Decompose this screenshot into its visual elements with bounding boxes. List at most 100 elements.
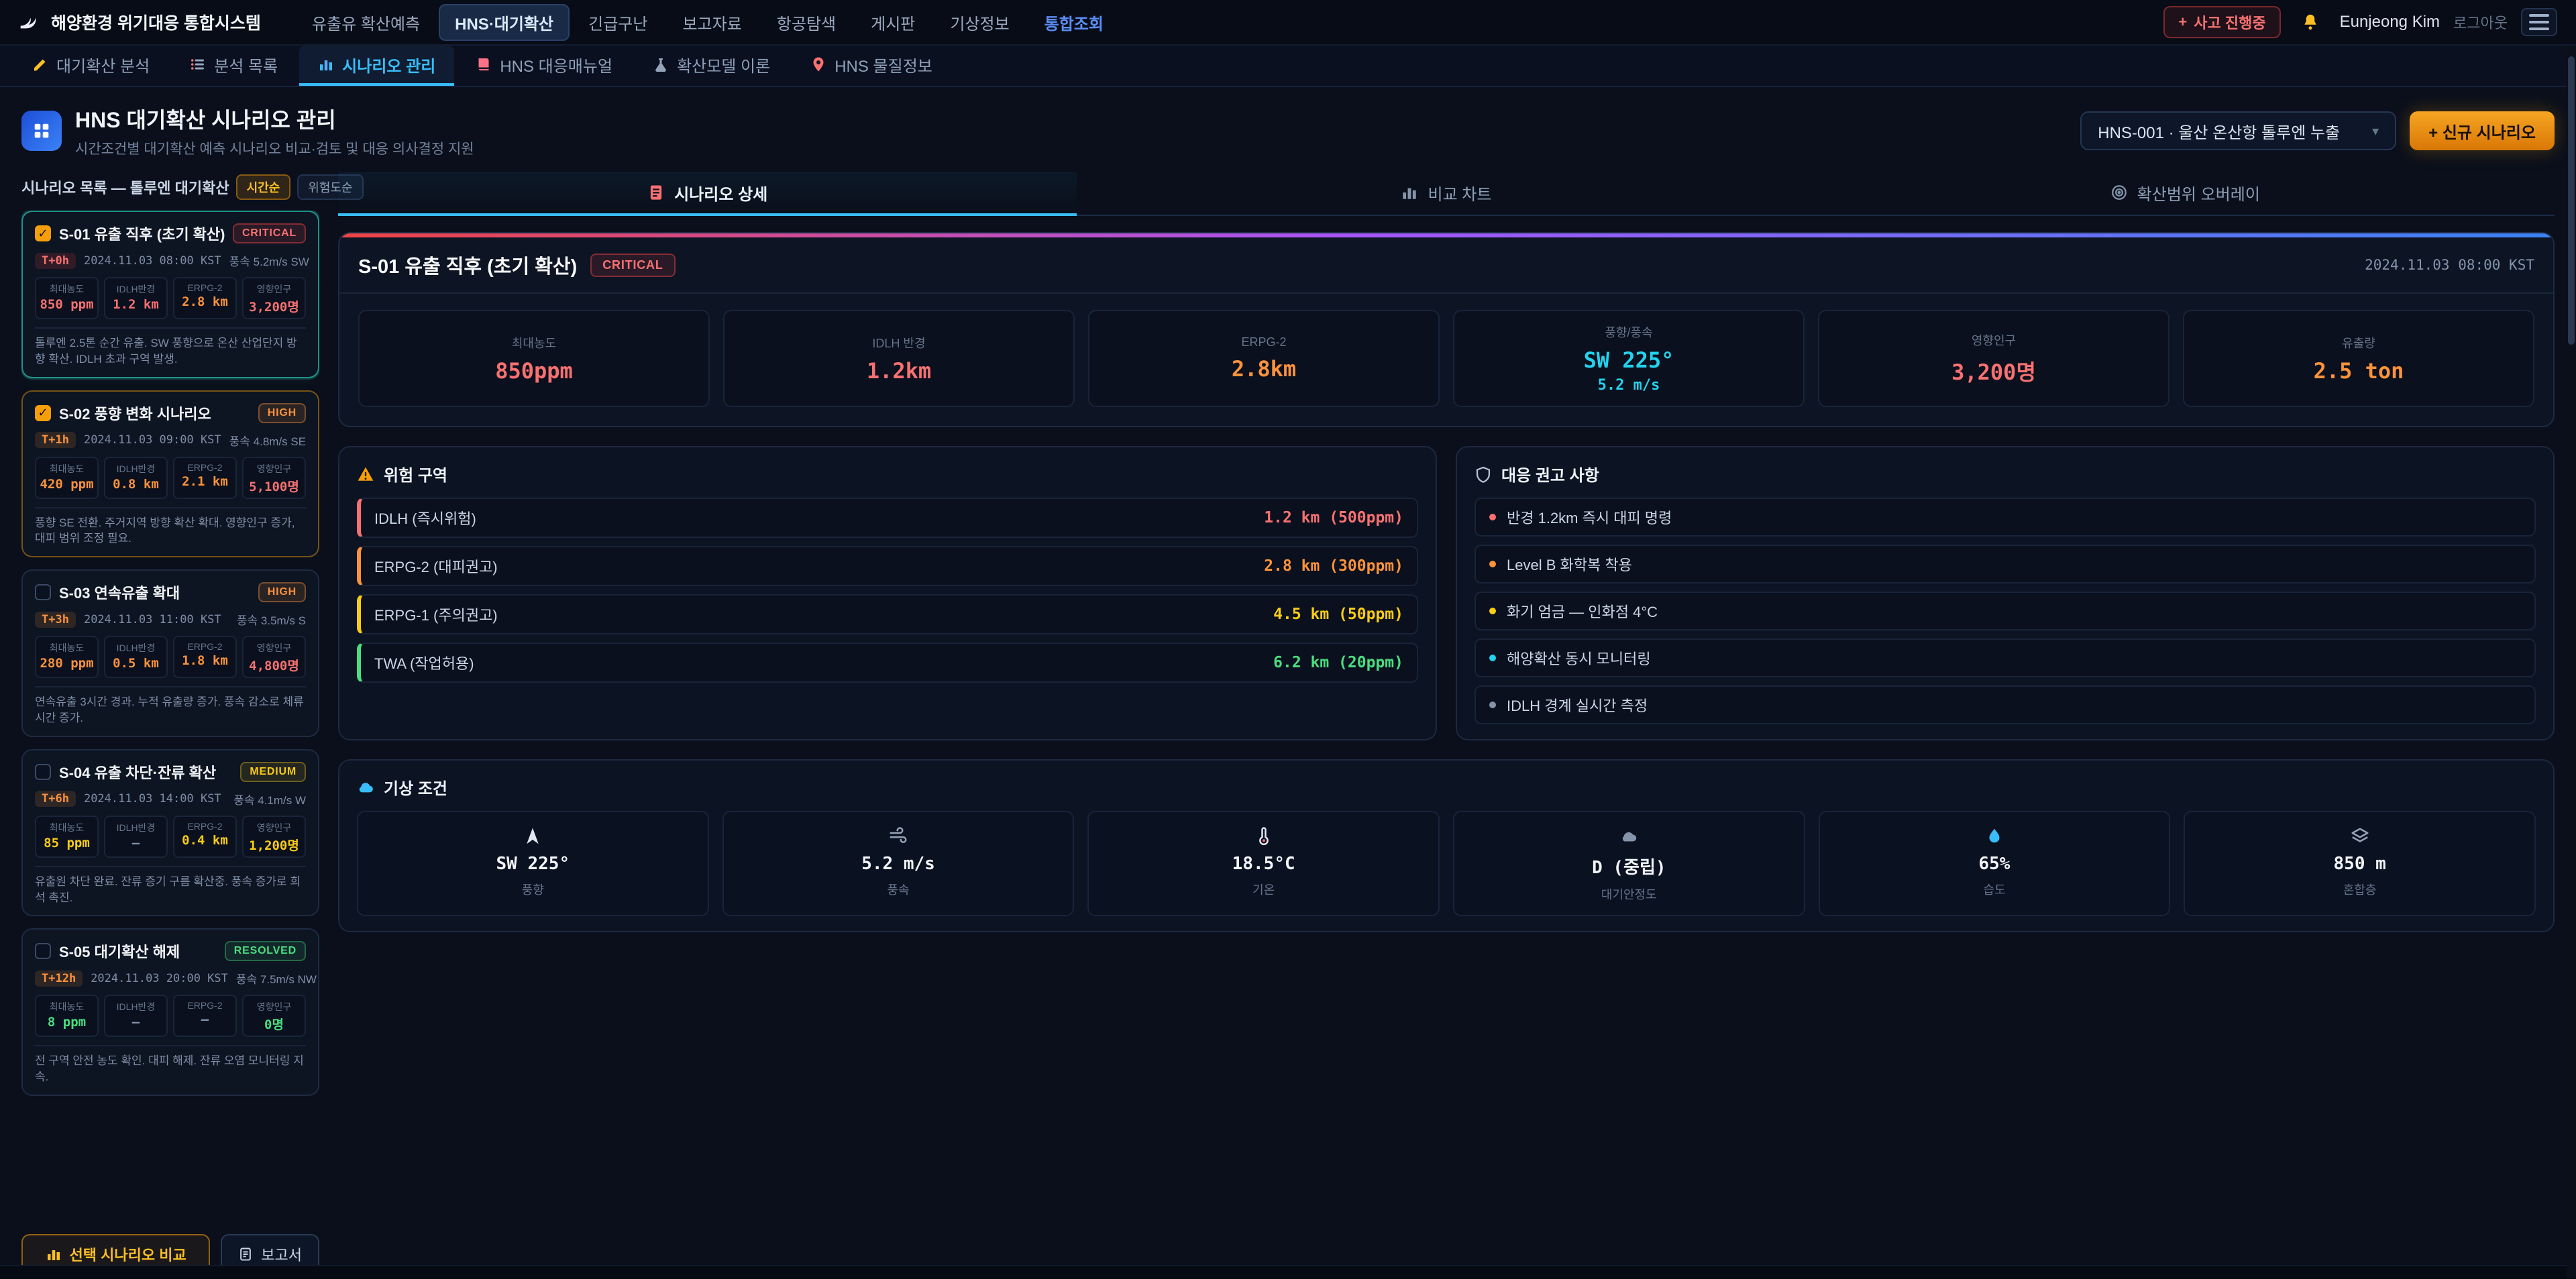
tab-analysis-list[interactable]: 분석 목록 (171, 46, 297, 86)
recommendation-row: 반경 1.2km 즉시 대피 명령 (1474, 498, 2536, 537)
recommendation-text: 반경 1.2km 즉시 대피 명령 (1507, 506, 1672, 528)
detail-stat-max-concentration: 최대농도 850ppm (358, 310, 710, 407)
stat-label: IDLH반경 (117, 462, 156, 476)
danger-zones-panel: 위험 구역 IDLH (즉시위험) 1.2 km (500ppm) ERPG-2… (338, 446, 1437, 740)
sort-by-time-button[interactable]: 시간순 (236, 174, 291, 200)
scrollbar-thumb[interactable] (2568, 56, 2575, 345)
stat-label: 최대농도 (50, 1000, 85, 1013)
nav-item-aerial-search[interactable]: 항공탐색 (761, 4, 852, 41)
incident-select[interactable]: HNS-001 · 울산 온산항 톨루엔 누출 ▾ (2080, 111, 2396, 150)
weather-card-wind-direction: SW 225° 풍향 (357, 811, 709, 916)
scenario-description: 전 구역 안전 농도 확인. 대피 해제. 잔류 오염 모니터링 지속. (35, 1045, 306, 1085)
scenario-card-s05[interactable]: S-05 대기확산 해제 RESOLVED T+12h 2024.11.03 2… (21, 928, 319, 1096)
nav-item-oil-spill-prediction[interactable]: 유출유 확산예측 (296, 4, 436, 41)
brand[interactable]: 해양환경 위기대응 통합시스템 (19, 10, 261, 34)
tab-compare-chart[interactable]: 비교 차트 (1077, 172, 1815, 216)
weather-value: 5.2 m/s (861, 854, 935, 874)
logout-link[interactable]: 로그아웃 (2453, 11, 2508, 33)
scenario-checkbox[interactable] (35, 764, 51, 780)
zone-value: 6.2 km (20ppm) (1273, 654, 1403, 671)
chevron-down-icon: ▾ (2372, 123, 2379, 140)
scenario-title: S-03 연속유출 확대 (59, 581, 250, 603)
scenario-checkbox[interactable] (35, 584, 51, 600)
tab-diffusion-model-theory[interactable]: 확산모델 이론 (634, 46, 789, 86)
scenario-checkbox[interactable] (35, 405, 51, 421)
nav-item-integrated-search[interactable]: 통합조회 (1028, 4, 1120, 41)
stat-label: ERPG-2 (187, 641, 222, 652)
scenario-datetime: 2024.11.03 11:00 KST (84, 613, 229, 626)
scenario-title: S-02 풍향 변화 시나리오 (59, 402, 250, 424)
scenario-datetime: 2024.11.03 08:00 KST (84, 254, 221, 268)
scenario-card-s04[interactable]: S-04 유출 차단·잔류 확산 MEDIUM T+6h 2024.11.03 … (21, 749, 319, 917)
zone-label: IDLH (즉시위험) (374, 507, 476, 529)
recommendation-text: 해양확산 동시 모니터링 (1507, 647, 1651, 669)
scenario-checkbox[interactable] (35, 943, 51, 959)
tab-atmospheric-analysis[interactable]: 대기확산 분석 (13, 46, 168, 86)
tab-scenario-management[interactable]: 시나리오 관리 (299, 46, 454, 86)
cloud-icon (357, 779, 374, 796)
incident-status-badge[interactable]: + 사고 진행중 (2163, 6, 2280, 38)
incident-select-value: HNS-001 · 울산 온산항 톨루엔 누출 (2098, 119, 2340, 143)
tab-hns-response-manual[interactable]: HNS 대응매뉴얼 (457, 46, 631, 86)
thermometer-icon (1254, 826, 1274, 847)
page-subtitle: 시간조건별 대기확산 예측 시나리오 비교·검토 및 대응 의사결정 지원 (75, 138, 474, 158)
bar-chart-icon (1401, 184, 1418, 201)
detail-stat-idlh-radius: IDLH 반경 1.2km (723, 310, 1075, 407)
time-offset-badge: T+0h (35, 253, 76, 269)
compass-arrow-icon (523, 826, 543, 847)
severity-badge: RESOLVED (225, 941, 306, 961)
scenario-stat: IDLH반경0.5 km (104, 636, 168, 678)
stat-value: 420 ppm (40, 477, 93, 492)
recommendations-panel: 대응 권고 사항 반경 1.2km 즉시 대피 명령 Level B 화학복 착… (1456, 446, 2555, 740)
nav-item-weather-info[interactable]: 기상정보 (934, 4, 1025, 41)
scenario-stat: 영향인구0명 (242, 995, 306, 1037)
nav-item-hns-diffusion[interactable]: HNS·대기확산 (439, 4, 570, 41)
weather-panel: 기상 조건 SW 225° 풍향 5.2 m/s 풍속 (338, 759, 2555, 932)
detail-title: S-01 유출 직후 (초기 확산) (358, 251, 577, 279)
nav-item-report-materials[interactable]: 보고자료 (666, 4, 757, 41)
severity-badge: MEDIUM (240, 762, 306, 782)
page-scrollbar[interactable] (2567, 46, 2576, 1278)
tab-diffusion-range-overlay[interactable]: 확산범위 오버레이 (1816, 172, 2555, 216)
scenario-datetime: 2024.11.03 09:00 KST (84, 433, 221, 447)
notification-bell-button[interactable] (2294, 6, 2326, 38)
detail-stat-affected-population: 영향인구 3,200명 (1818, 310, 2169, 407)
scenario-content: 시나리오 상세 비교 차트 확산범위 오버레이 S-01 유출 직후 (초기 확… (338, 172, 2555, 1278)
stat-value: 0.8 km (113, 477, 159, 492)
zone-value: 2.8 km (300ppm) (1264, 557, 1403, 575)
cloud-icon (1619, 826, 1639, 847)
scenario-wind: 풍속 3.5m/s S (237, 611, 306, 628)
scenario-card-s01[interactable]: S-01 유출 직후 (초기 확산) CRITICAL T+0h 2024.11… (21, 211, 319, 378)
detail-stat-spill-amount: 유출량 2.5 ton (2183, 310, 2534, 407)
stat-value: 2.8 km (182, 294, 228, 309)
scenario-title: S-04 유출 차단·잔류 확산 (59, 761, 232, 783)
scenario-wind: 풍속 5.2m/s SW (229, 252, 309, 269)
nav-item-board[interactable]: 게시판 (855, 4, 931, 41)
nav-item-emergency-rescue[interactable]: 긴급구난 (572, 4, 663, 41)
recommendation-row: IDLH 경계 실시간 측정 (1474, 685, 2536, 724)
main-layout: 시나리오 목록 — 톨루엔 대기확산 시간순 위험도순 S-01 유출 직후 (… (0, 172, 2576, 1278)
stat-value: 1.2km (867, 358, 931, 384)
stat-label: IDLH반경 (117, 1000, 156, 1013)
tab-scenario-detail[interactable]: 시나리오 상세 (338, 172, 1077, 216)
tab-label: HNS 물질정보 (835, 53, 932, 76)
tab-label: HNS 대응매뉴얼 (500, 53, 612, 76)
stat-label: 최대농도 (50, 641, 85, 655)
tab-label: 분석 목록 (214, 53, 278, 76)
scenario-stat: 최대농도280 ppm (35, 636, 99, 678)
book-icon (476, 56, 492, 72)
stat-label: IDLH반경 (117, 821, 156, 834)
tab-hns-substance-info[interactable]: HNS 물질정보 (792, 46, 951, 86)
scenario-checkbox[interactable] (35, 225, 51, 241)
scenario-card-s03[interactable]: S-03 연속유출 확대 HIGH T+3h 2024.11.03 11:00 … (21, 569, 319, 737)
scenario-card-s02[interactable]: S-02 풍향 변화 시나리오 HIGH T+1h 2024.11.03 09:… (21, 390, 319, 558)
scenario-list-title: 시나리오 목록 — 톨루엔 대기확산 (21, 176, 229, 198)
tab-label: 비교 차트 (1428, 181, 1491, 205)
stat-label: 영향인구 (1972, 331, 2016, 349)
bullet-dot (1489, 608, 1496, 614)
stat-label: ERPG-2 (187, 821, 222, 832)
scenario-description: 연속유출 3시간 경과. 누적 유출량 증가. 풍속 감소로 체류 시간 증가. (35, 686, 306, 726)
new-scenario-button[interactable]: + 신규 시나리오 (2410, 111, 2555, 150)
panel-title: 대응 권고 사항 (1501, 462, 1599, 486)
hamburger-menu-button[interactable] (2521, 8, 2557, 36)
